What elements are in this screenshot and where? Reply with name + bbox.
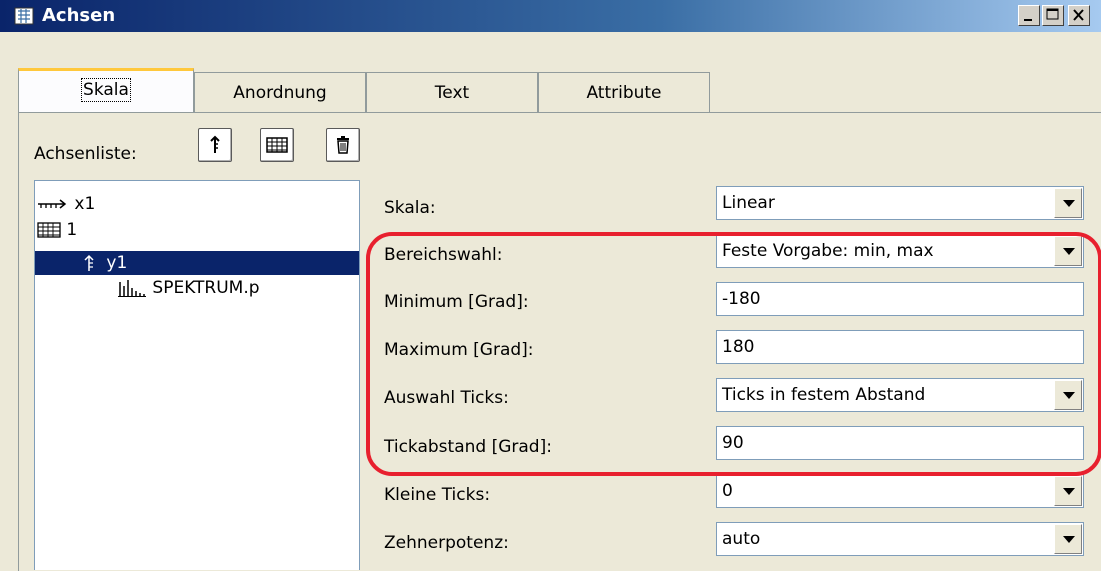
minimum-label: Minimum [Grad]: <box>384 292 529 312</box>
tab-label: Text <box>434 83 470 103</box>
minimum-field[interactable]: -180 <box>716 282 1084 316</box>
tree-item-label: 1 <box>66 220 78 240</box>
tick-mode-value: Ticks in festem Abstand <box>722 385 926 405</box>
scale-label: Skala: <box>384 198 436 218</box>
new-grid-axis-icon <box>266 137 288 153</box>
chevron-down-icon[interactable] <box>1054 476 1082 506</box>
tab-label: Attribute <box>586 83 662 103</box>
tree-item-label: x1 <box>74 194 96 214</box>
delete-trash-icon <box>337 136 349 154</box>
tab-attribute[interactable]: Attribute <box>538 72 710 112</box>
chevron-down-icon[interactable] <box>1054 380 1082 410</box>
minor-ticks-combo[interactable]: 0 <box>716 474 1084 508</box>
scale-combo[interactable]: Linear <box>716 186 1084 220</box>
tree-item-x1[interactable]: x1 <box>37 193 95 215</box>
window-title: Achsen <box>42 5 116 26</box>
maximum-label: Maximum [Grad]: <box>384 340 534 360</box>
tick-mode-combo[interactable]: Ticks in festem Abstand <box>716 378 1084 412</box>
chevron-down-icon[interactable] <box>1054 188 1082 218</box>
new-grid-axis-button[interactable] <box>260 128 294 162</box>
tab-label: Skala <box>81 78 131 102</box>
minimize-icon <box>1024 19 1032 21</box>
delete-axis-button[interactable] <box>326 128 360 162</box>
power-of-ten-label: Zehnerpotenz: <box>384 533 509 553</box>
tree-item-spektrum[interactable]: SPEKTRUM.p <box>117 277 260 299</box>
close-icon <box>1073 9 1084 21</box>
minor-ticks-label: Kleine Ticks: <box>384 485 491 505</box>
close-button[interactable] <box>1068 5 1090 26</box>
maximize-button[interactable] <box>1042 5 1064 26</box>
tab-skala[interactable]: Skala <box>18 68 194 112</box>
minimize-button[interactable] <box>1018 5 1040 26</box>
axis-list-label: Achsenliste: <box>34 144 137 164</box>
grid-axis-icon <box>37 222 61 238</box>
tick-spacing-value: 90 <box>722 433 744 453</box>
maximize-icon <box>1046 8 1059 20</box>
tab-text[interactable]: Text <box>366 72 538 112</box>
tree-item-label: y1 <box>106 253 128 273</box>
tick-spacing-field[interactable]: 90 <box>716 426 1084 460</box>
x-axis-icon <box>38 199 67 209</box>
axis-tree[interactable]: x1 1 y1 SPEKTRUM.p <box>34 180 360 570</box>
new-y-axis-icon <box>210 135 220 153</box>
maximum-value: 180 <box>722 337 755 357</box>
tab-anordnung[interactable]: Anordnung <box>194 72 366 112</box>
scale-value: Linear <box>722 193 775 213</box>
range-mode-combo[interactable]: Feste Vorgabe: min, max <box>716 234 1084 268</box>
spectrum-chart-icon <box>118 280 146 297</box>
range-mode-label: Bereichswahl: <box>384 245 503 265</box>
tree-item-grid-1[interactable]: 1 <box>37 219 77 241</box>
tree-item-y1[interactable]: y1 <box>81 252 127 274</box>
power-of-ten-value: auto <box>722 529 761 549</box>
minimum-value: -180 <box>722 289 761 309</box>
range-mode-value: Feste Vorgabe: min, max <box>722 241 934 261</box>
new-y-axis-button[interactable] <box>198 128 232 162</box>
axes-window-icon <box>14 7 34 25</box>
tick-spacing-label: Tickabstand [Grad]: <box>384 437 552 457</box>
y-axis-icon <box>84 254 94 271</box>
window-titlebar[interactable]: Achsen <box>0 0 1101 32</box>
tree-item-label: SPEKTRUM.p <box>152 278 260 298</box>
tick-mode-label: Auswahl Ticks: <box>384 388 509 408</box>
chevron-down-icon[interactable] <box>1054 236 1082 266</box>
maximum-field[interactable]: 180 <box>716 330 1084 364</box>
chevron-down-icon[interactable] <box>1054 524 1082 554</box>
minor-ticks-value: 0 <box>722 481 733 501</box>
power-of-ten-combo[interactable]: auto <box>716 522 1084 556</box>
tab-label: Anordnung <box>233 83 327 103</box>
